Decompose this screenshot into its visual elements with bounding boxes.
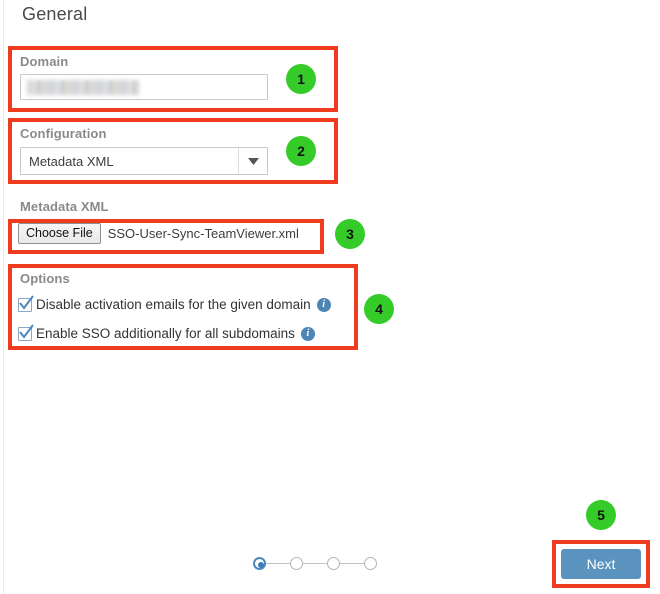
annotation-badge-3: 3 [335, 219, 365, 249]
step-dot-3[interactable] [327, 557, 340, 570]
annotation-badge-1: 1 [286, 64, 316, 94]
step-dot-4[interactable] [364, 557, 377, 570]
options-label: Options [20, 271, 70, 286]
annotation-badge-4: 4 [364, 294, 394, 324]
domain-input[interactable] [20, 74, 268, 100]
step-connector [266, 563, 290, 564]
domain-redacted-value [27, 80, 139, 95]
checkbox-enable-sso-subdomains[interactable] [18, 323, 34, 341]
configuration-selected-value: Metadata XML [29, 153, 114, 169]
option-label: Enable SSO additionally for all subdomai… [36, 326, 295, 341]
wizard-stepper [253, 557, 377, 570]
info-icon[interactable]: i [300, 326, 315, 341]
info-icon[interactable]: i [316, 297, 331, 312]
annotation-badge-5: 5 [586, 500, 616, 530]
step-dot-2[interactable] [290, 557, 303, 570]
step-connector [303, 563, 327, 564]
choose-file-button[interactable]: Choose File [18, 223, 101, 244]
metadata-file-input[interactable]: Choose File SSO-User-Sync-TeamViewer.xml [18, 223, 299, 244]
page-title: General [22, 4, 88, 24]
option-row[interactable]: Disable activation emails for the given … [18, 294, 331, 312]
next-button[interactable]: Next [561, 549, 641, 579]
checkbox-disable-activation-emails[interactable] [18, 294, 34, 312]
selected-file-name: SSO-User-Sync-TeamViewer.xml [107, 226, 299, 241]
annotation-badge-2: 2 [286, 136, 316, 166]
domain-label: Domain [20, 54, 69, 69]
metadata-label: Metadata XML [20, 199, 109, 214]
step-connector [340, 563, 364, 564]
option-row[interactable]: Enable SSO additionally for all subdomai… [18, 323, 315, 341]
configuration-select[interactable]: Metadata XML [20, 147, 268, 175]
option-label: Disable activation emails for the given … [36, 297, 311, 312]
chevron-down-icon[interactable] [238, 148, 267, 174]
left-divider [3, 0, 4, 594]
configuration-label: Configuration [20, 126, 107, 141]
step-dot-1[interactable] [253, 557, 266, 570]
